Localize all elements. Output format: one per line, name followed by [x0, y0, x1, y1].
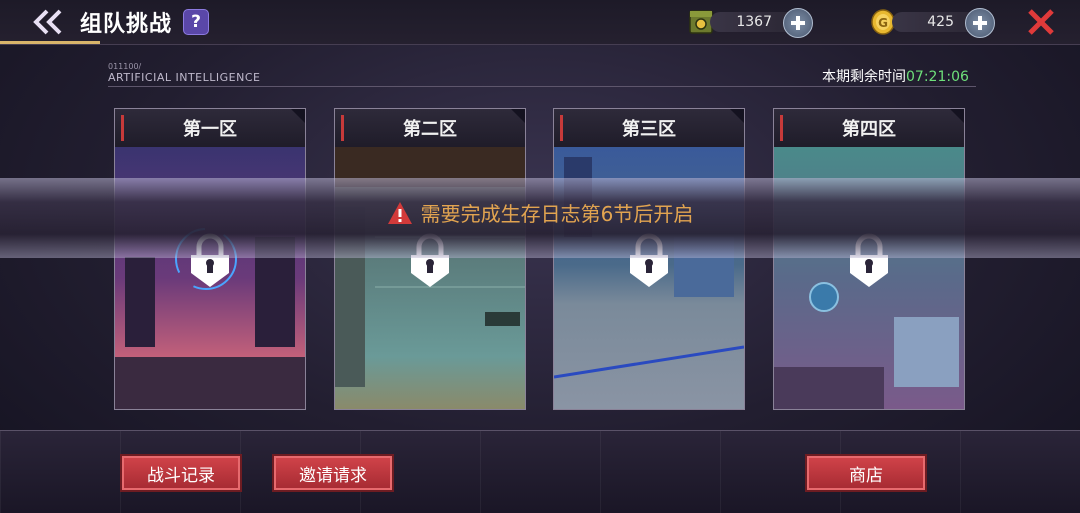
help-button[interactable]: ?: [183, 9, 209, 35]
zone-label: 第三区: [622, 119, 676, 140]
locked-message: 需要完成生存日志第6节后开启: [0, 198, 1080, 227]
section-divider: [108, 86, 976, 87]
add-gold-button[interactable]: [965, 8, 995, 38]
zone-label: 第二区: [403, 119, 457, 140]
zone-card-4[interactable]: 第四区: [773, 108, 965, 410]
add-ammo-button[interactable]: [783, 8, 813, 38]
back-button[interactable]: [28, 6, 68, 38]
shop-button[interactable]: 商店: [805, 454, 927, 492]
section-label: ARTIFICIAL INTELLIGENCE: [108, 71, 261, 84]
period-timer: 本期剩余时间07:21:06: [822, 66, 969, 86]
top-bar: 组队挑战 ? 1367 G 425: [0, 0, 1080, 45]
zone-label: 第一区: [183, 119, 237, 140]
zone-header: 第一区: [115, 109, 305, 147]
double-chevron-left-icon: [33, 9, 62, 35]
zone-card-2[interactable]: 第二区: [334, 108, 526, 410]
zone-card-3[interactable]: 第三区: [553, 108, 745, 410]
section-code: 011100/: [108, 62, 142, 71]
battle-record-button[interactable]: 战斗记录: [120, 454, 242, 492]
close-icon[interactable]: [1026, 7, 1056, 37]
zone-card-1[interactable]: 第一区: [114, 108, 306, 410]
warning-icon: [387, 201, 412, 224]
invite-request-button[interactable]: 邀请请求: [272, 454, 394, 492]
page-title: 组队挑战: [80, 12, 173, 37]
zone-label: 第四区: [842, 119, 896, 140]
locked-message-text: 需要完成生存日志第6节后开启: [420, 202, 694, 226]
top-bar-accent: [0, 41, 100, 44]
svg-text:G: G: [878, 16, 888, 30]
timer-value: 07:21:06: [906, 69, 969, 85]
plus-icon: [973, 16, 987, 30]
zone-header: 第四区: [774, 109, 964, 147]
zone-header: 第二区: [335, 109, 525, 147]
zone-header: 第三区: [554, 109, 744, 147]
plus-icon: [791, 16, 805, 30]
timer-label: 本期剩余时间: [822, 69, 906, 85]
